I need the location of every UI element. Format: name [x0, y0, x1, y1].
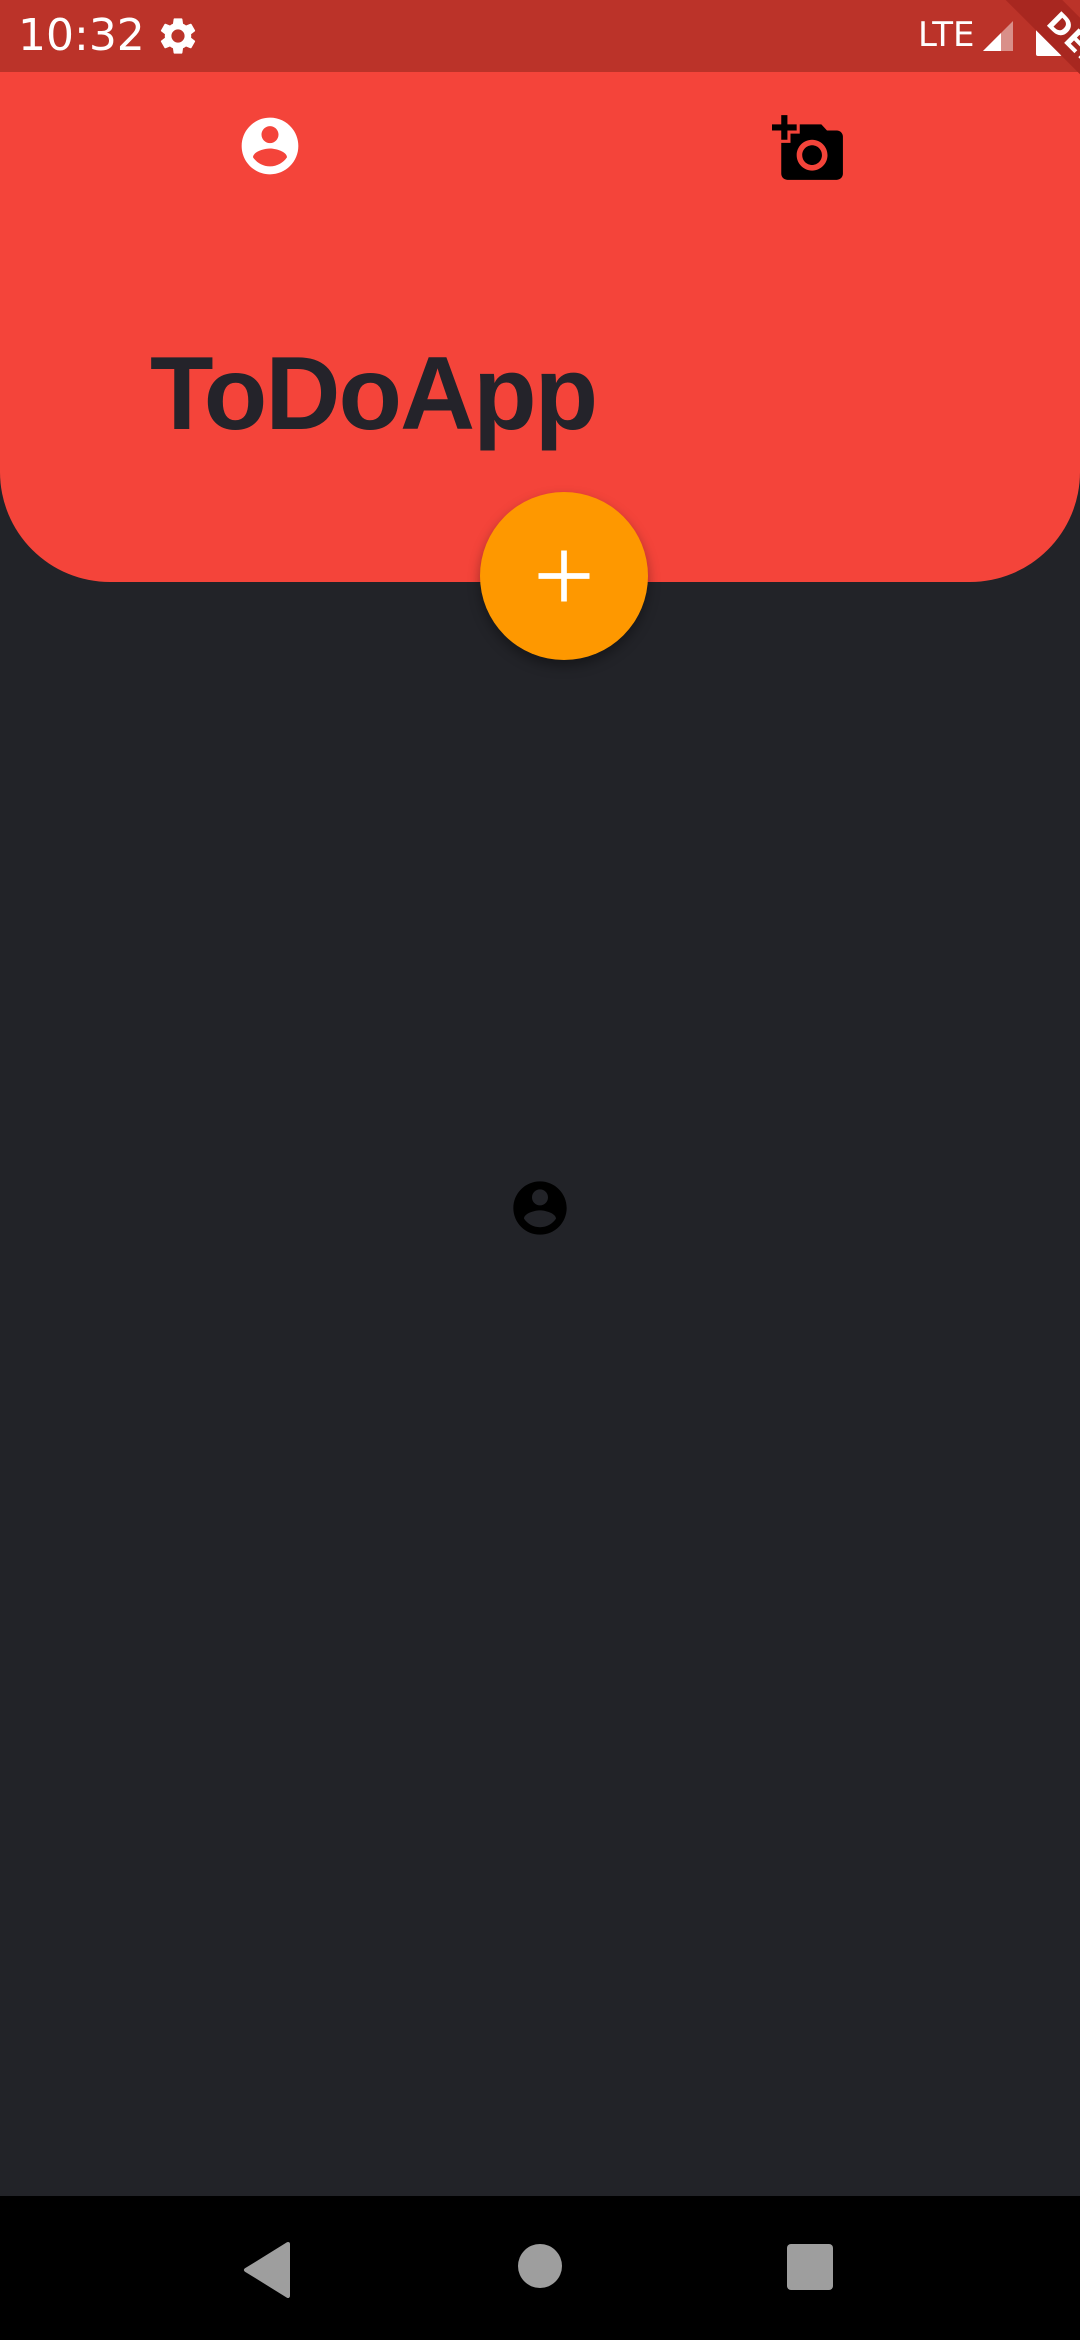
- profile-button[interactable]: [236, 112, 304, 180]
- status-time: 10:32: [18, 10, 145, 61]
- add-task-button[interactable]: [480, 492, 648, 660]
- system-navigation-bar: [0, 2196, 1080, 2340]
- back-triangle-icon: [244, 2242, 290, 2298]
- plus-icon: [538, 550, 590, 602]
- add-a-photo-icon: [772, 115, 843, 180]
- account-circle-icon: [513, 1181, 567, 1235]
- network-type-label: LTE: [918, 15, 975, 55]
- signal-icon: [980, 18, 1016, 54]
- status-bar: 10:32 LTE: [0, 0, 1080, 72]
- gear-icon: [156, 14, 200, 58]
- app-title: ToDoApp: [150, 336, 598, 452]
- add-photo-button[interactable]: [772, 112, 846, 186]
- back-button[interactable]: [242, 2242, 292, 2298]
- battery-icon: [1036, 14, 1062, 56]
- recents-button[interactable]: [787, 2244, 833, 2290]
- empty-state-avatar: [508, 1176, 572, 1240]
- home-button[interactable]: [518, 2244, 562, 2288]
- account-circle-icon: [241, 117, 299, 175]
- app-screen: 10:32 LTE ToDoApp: [0, 0, 1080, 2340]
